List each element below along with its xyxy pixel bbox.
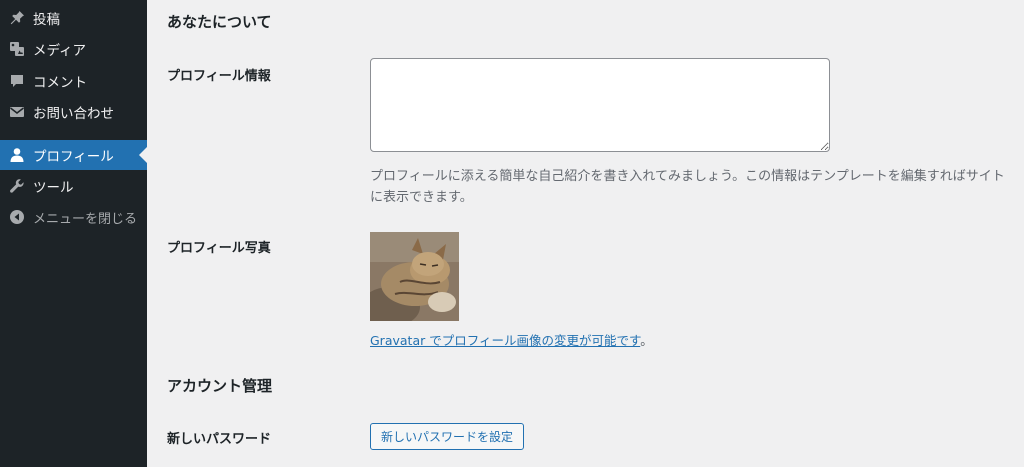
profile-photo-label: プロフィール写真 [167, 241, 271, 256]
sidebar-item-posts[interactable]: 投稿 [0, 3, 147, 33]
collapse-icon [8, 209, 25, 226]
profile-content: あなたについて プロフィール情報 プロフィールに添える簡単な自己紹介を書き入れて… [147, 0, 1024, 467]
admin-sidebar: 投稿 メディア コメント お問い合わせ プロフィール ツール メニューを閉じる [0, 0, 147, 467]
sidebar-item-label: コメント [33, 75, 87, 91]
pin-icon [8, 10, 25, 27]
sidebar-item-label: 投稿 [33, 12, 60, 28]
sidebar-item-label: メディア [33, 43, 87, 59]
mail-icon [8, 104, 25, 121]
about-section-title: あなたについて [167, 13, 272, 31]
wrench-icon [8, 178, 25, 195]
set-new-password-button[interactable]: 新しいパスワードを設定 [370, 423, 525, 450]
new-password-label: 新しいパスワード [167, 432, 272, 447]
bio-textarea[interactable] [370, 58, 830, 152]
sidebar-item-label: プロフィール [33, 149, 114, 165]
bio-label: プロフィール情報 [167, 69, 271, 84]
gravatar-link[interactable]: Gravatar でプロフィール画像の変更が可能です [370, 333, 640, 348]
avatar [370, 232, 459, 321]
sidebar-item-label: ツール [33, 180, 74, 196]
user-icon [8, 147, 25, 164]
sidebar-item-profile[interactable]: プロフィール [0, 140, 147, 170]
sidebar-item-label: お問い合わせ [33, 106, 114, 122]
sidebar-item-tools[interactable]: ツール [0, 171, 147, 201]
gravatar-suffix: 。 [640, 333, 653, 348]
collapse-menu-button[interactable]: メニューを閉じる [0, 202, 147, 232]
active-indicator-arrow [139, 147, 147, 163]
sidebar-item-comments[interactable]: コメント [0, 66, 147, 96]
account-section-title: アカウント管理 [167, 377, 273, 395]
collapse-menu-label: メニューを閉じる [33, 211, 138, 227]
media-icon [8, 41, 25, 58]
gravatar-note: Gravatar でプロフィール画像の変更が可能です。 [370, 330, 653, 349]
sidebar-item-contact[interactable]: お問い合わせ [0, 97, 147, 127]
sidebar-item-media[interactable]: メディア [0, 34, 147, 64]
bio-description: プロフィールに添える簡単な自己紹介を書き入れてみましょう。この情報はテンプレート… [370, 169, 1005, 205]
comment-icon [8, 73, 25, 90]
